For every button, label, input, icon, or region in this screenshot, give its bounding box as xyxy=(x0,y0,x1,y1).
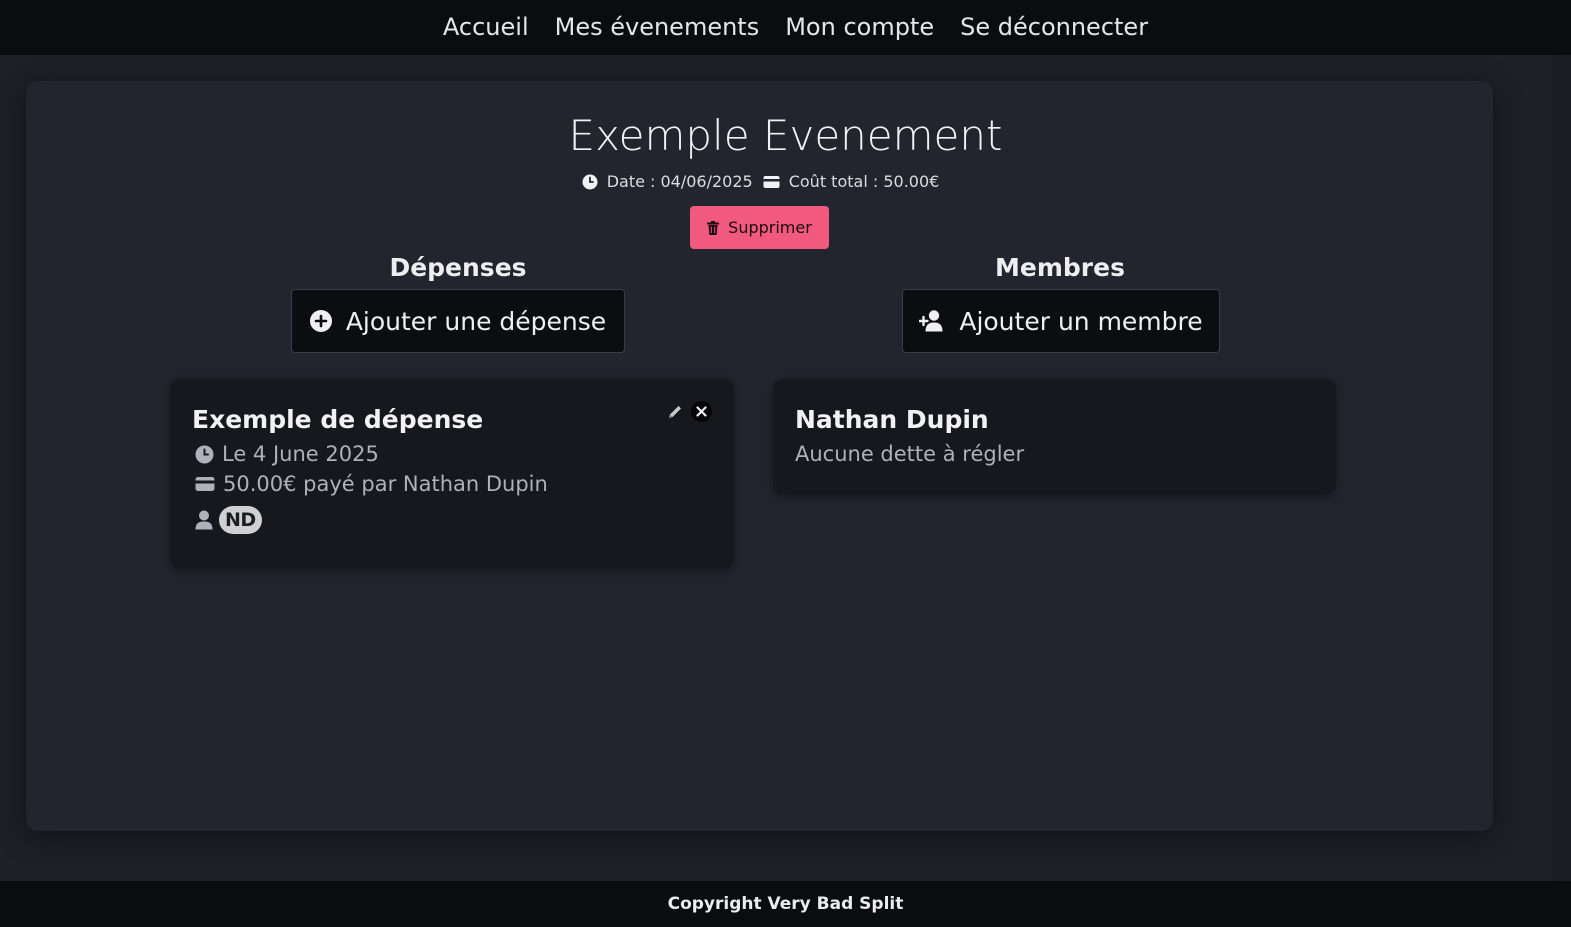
edit-icon[interactable] xyxy=(667,404,683,420)
expense-date-row: Le 4 June 2025 xyxy=(192,442,712,466)
event-meta: Date : 04/06/2025 Coût total : 50.00€ xyxy=(0,172,1521,191)
credit-card-icon xyxy=(763,175,780,188)
user-plus-icon xyxy=(919,310,943,332)
expense-actions xyxy=(667,401,712,422)
nav-link-accueil[interactable]: Accueil xyxy=(443,0,529,55)
footer: Copyright Very Bad Split xyxy=(0,881,1571,927)
event-total: Coût total : 50.00€ xyxy=(763,172,940,191)
footer-copyright: Copyright Very Bad Split xyxy=(667,894,904,914)
event-total-text: Coût total : 50.00€ xyxy=(788,172,940,191)
expenses-heading: Dépenses xyxy=(389,253,527,282)
nav-link-se-deconnecter[interactable]: Se déconnecter xyxy=(960,0,1148,55)
expense-amount: 50.00€ payé par Nathan Dupin xyxy=(223,472,548,496)
expense-card[interactable]: Exemple de dépense Le 4 June 2025 50.00€… xyxy=(170,379,734,569)
add-expense-label: Ajouter une dépense xyxy=(345,306,607,336)
member-status: Aucune dette à régler xyxy=(795,442,1314,466)
members-heading: Membres xyxy=(995,253,1125,282)
member-status-text: Aucune dette à régler xyxy=(795,442,1025,466)
expense-participants: ND xyxy=(192,506,712,534)
expense-date: Le 4 June 2025 xyxy=(222,442,379,466)
credit-card-icon xyxy=(195,477,215,491)
event-date: Date : 04/06/2025 xyxy=(582,172,753,191)
add-expense-button[interactable]: Ajouter une dépense xyxy=(291,289,625,353)
delete-event-button[interactable]: Supprimer xyxy=(690,206,829,249)
clock-icon xyxy=(195,445,214,463)
add-member-label: Ajouter un membre xyxy=(959,306,1203,336)
expense-title: Exemple de dépense xyxy=(192,405,484,434)
top-navigation: Accueil Mes évenements Mon compte Se déc… xyxy=(0,0,1571,55)
nav-link-mon-compte[interactable]: Mon compte xyxy=(785,0,934,55)
member-name: Nathan Dupin xyxy=(795,405,989,434)
delete-event-label: Supprimer xyxy=(728,218,812,237)
clock-icon xyxy=(582,174,598,189)
plus-circle-icon xyxy=(309,310,332,332)
trash-icon xyxy=(707,220,720,235)
expense-amount-row: 50.00€ payé par Nathan Dupin xyxy=(192,472,712,496)
scrollbar-track[interactable] xyxy=(1553,55,1571,881)
page-title: Exemple Evenement xyxy=(568,111,1003,160)
nav-link-mes-evenements[interactable]: Mes évenements xyxy=(555,0,760,55)
add-member-button[interactable]: Ajouter un membre xyxy=(902,289,1220,353)
member-card[interactable]: Nathan Dupin Aucune dette à régler xyxy=(773,379,1336,495)
close-icon[interactable] xyxy=(691,401,712,422)
participant-avatar: ND xyxy=(219,506,262,534)
event-date-text: Date : 04/06/2025 xyxy=(606,172,753,191)
user-icon xyxy=(195,510,213,530)
